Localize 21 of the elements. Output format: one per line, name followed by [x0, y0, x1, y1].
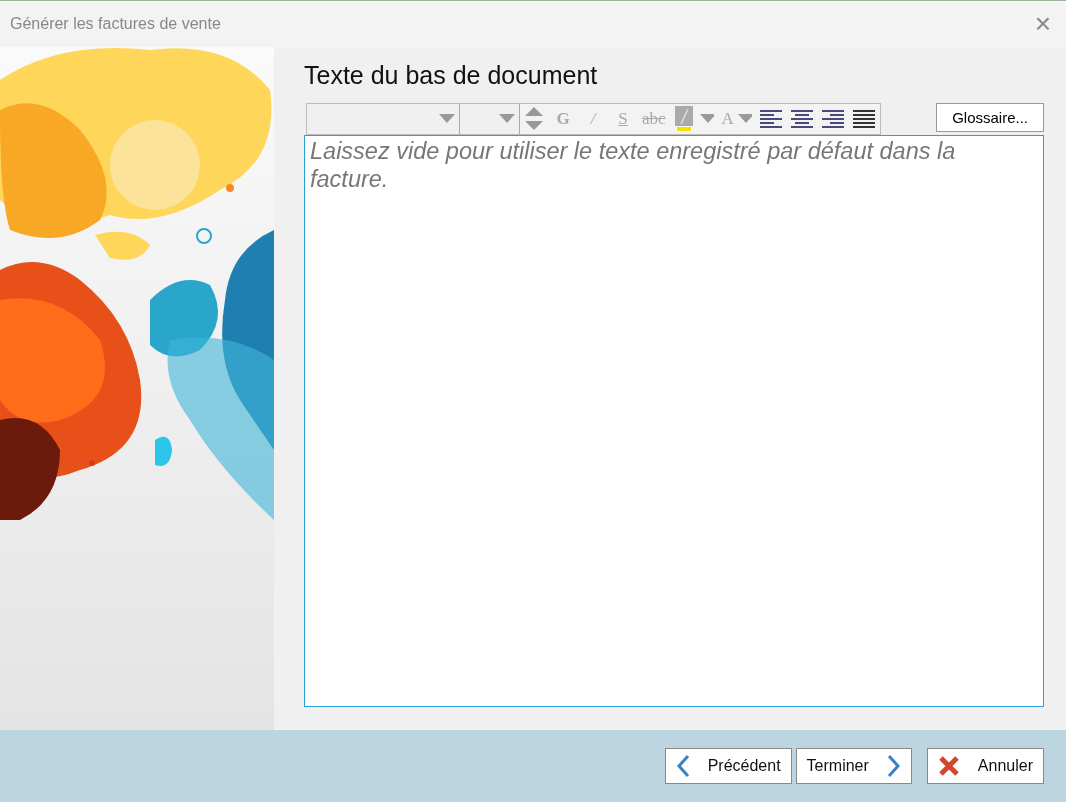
dropdown-caret-icon	[737, 114, 752, 123]
highlighter-icon	[673, 105, 694, 132]
previous-button[interactable]: Précédent	[664, 748, 792, 784]
glossary-button[interactable]: Glossaire...	[936, 102, 1044, 132]
text-align-icon	[853, 109, 876, 128]
window-title: Générer les factures de vente	[9, 14, 221, 34]
dropdown-caret-icon	[699, 114, 714, 123]
section-heading: Texte du bas de document	[304, 60, 599, 91]
footer-text-editor[interactable]: Laissez vide pour utiliser le texte enregistré par défaut dans la facture.	[304, 134, 1044, 707]
text-align-icon	[822, 109, 845, 128]
text-align-icon	[791, 109, 814, 128]
finish-button[interactable]: Terminer	[795, 748, 912, 784]
chevron-right-icon	[886, 754, 901, 778]
cancel-button[interactable]: Annuler	[926, 748, 1044, 784]
text-align-icon	[760, 109, 783, 128]
dropdown-caret-icon	[499, 113, 515, 124]
up-down-arrows-icon	[524, 105, 544, 132]
dropdown-caret-icon	[439, 113, 455, 124]
close-button[interactable]: ×	[1020, 1, 1066, 47]
close-x-icon	[937, 755, 960, 777]
chevron-left-icon	[675, 754, 690, 778]
